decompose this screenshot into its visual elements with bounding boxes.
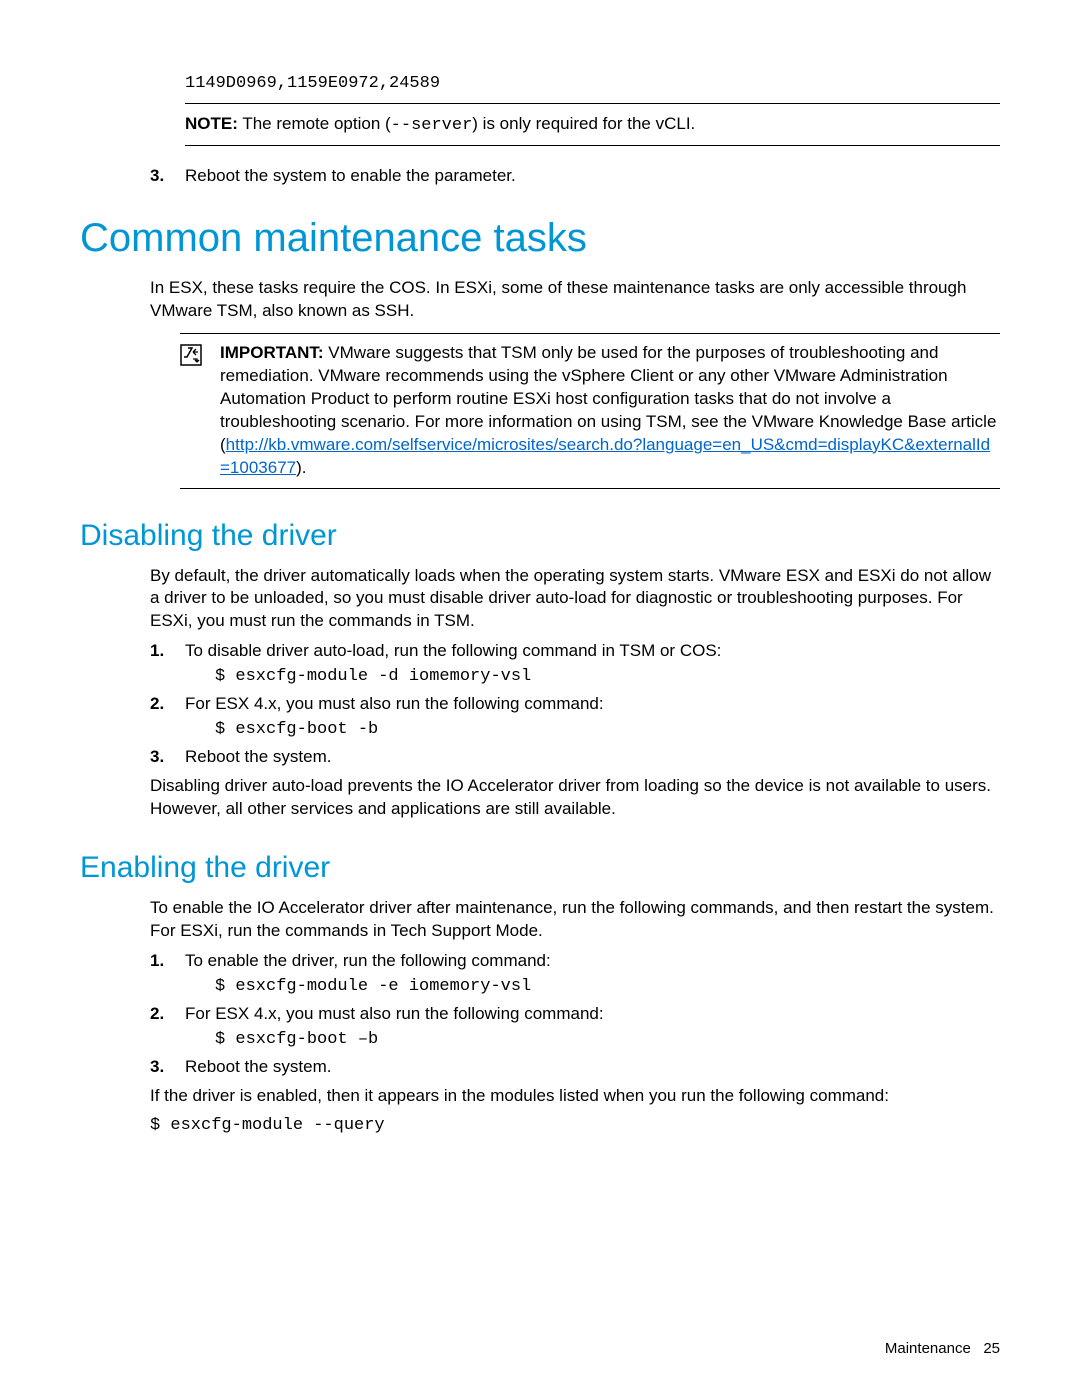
footer-section: Maintenance xyxy=(885,1340,971,1357)
command: $ esxcfg-boot –b xyxy=(215,1030,1000,1049)
step-item: 3. Reboot the system to enable the param… xyxy=(150,166,1000,186)
note-text-2: ) is only required for the vCLI. xyxy=(472,114,695,133)
command: $ esxcfg-boot -b xyxy=(215,720,1000,739)
step-item: 3. Reboot the system. xyxy=(150,747,1000,767)
important-label: IMPORTANT: xyxy=(220,343,324,362)
step-number: 3. xyxy=(150,747,185,767)
disable-after: Disabling driver auto-load prevents the … xyxy=(150,775,1000,821)
step-item: 2. For ESX 4.x, you must also run the fo… xyxy=(150,694,1000,714)
note-block: NOTE: The remote option (--server) is on… xyxy=(185,103,1000,146)
document-page: 1149D0969,1159E0972,24589 NOTE: The remo… xyxy=(0,0,1080,1397)
step-text: Reboot the system. xyxy=(185,747,1000,767)
step-item: 1. To enable the driver, run the followi… xyxy=(150,951,1000,971)
kb-link[interactable]: http://kb.vmware.com/selfservice/microsi… xyxy=(220,435,990,477)
step-text: Reboot the system. xyxy=(185,1057,1000,1077)
heading-1: Common maintenance tasks xyxy=(80,216,1000,261)
step-text: To disable driver auto-load, run the fol… xyxy=(185,641,1000,661)
note-label: NOTE: xyxy=(185,114,238,133)
enable-intro: To enable the IO Accelerator driver afte… xyxy=(150,897,1000,943)
step-text: For ESX 4.x, you must also run the follo… xyxy=(185,694,1000,714)
enable-after: If the driver is enabled, then it appear… xyxy=(150,1085,1000,1108)
important-icon xyxy=(180,342,220,480)
step-text: For ESX 4.x, you must also run the follo… xyxy=(185,1004,1000,1024)
step-number: 3. xyxy=(150,1057,185,1077)
step-item: 1. To disable driver auto-load, run the … xyxy=(150,641,1000,661)
intro-paragraph: In ESX, these tasks require the COS. In … xyxy=(150,277,1000,323)
heading-disable: Disabling the driver xyxy=(80,519,1000,553)
step-number: 3. xyxy=(150,166,185,186)
step-number: 1. xyxy=(150,951,185,971)
step-text: Reboot the system to enable the paramete… xyxy=(185,166,1000,186)
important-after-link: ). xyxy=(296,458,306,477)
important-block: IMPORTANT: VMware suggests that TSM only… xyxy=(180,333,1000,489)
command: $ esxcfg-module -d iomemory-vsl xyxy=(215,667,1000,686)
step-item: 2. For ESX 4.x, you must also run the fo… xyxy=(150,1004,1000,1024)
footer-page: 25 xyxy=(983,1340,1000,1357)
heading-enable: Enabling the driver xyxy=(80,851,1000,885)
code-sample: 1149D0969,1159E0972,24589 xyxy=(185,74,1000,93)
important-body: VMware suggests that TSM only be used fo… xyxy=(220,343,996,431)
disable-intro: By default, the driver automatically loa… xyxy=(150,565,1000,634)
note-code: --server xyxy=(391,116,473,135)
important-text: IMPORTANT: VMware suggests that TSM only… xyxy=(220,342,1000,480)
step-text: To enable the driver, run the following … xyxy=(185,951,1000,971)
page-footer: Maintenance 25 xyxy=(885,1340,1000,1357)
step-item: 3. Reboot the system. xyxy=(150,1057,1000,1077)
note-text-1: The remote option ( xyxy=(242,114,390,133)
command: $ esxcfg-module --query xyxy=(150,1116,1000,1135)
step-number: 2. xyxy=(150,1004,185,1024)
step-number: 2. xyxy=(150,694,185,714)
step-number: 1. xyxy=(150,641,185,661)
command: $ esxcfg-module -e iomemory-vsl xyxy=(215,977,1000,996)
